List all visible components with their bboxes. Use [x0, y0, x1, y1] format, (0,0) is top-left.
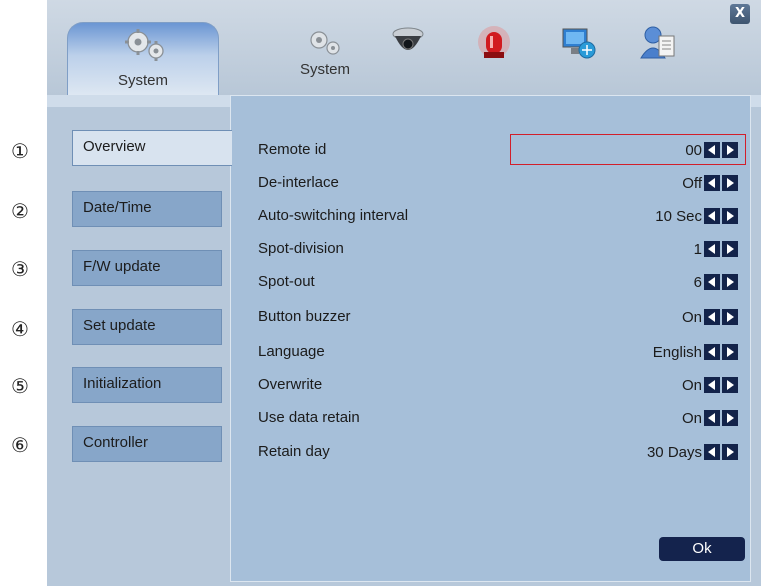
setting-control: 00 [685, 140, 738, 160]
setting-control: On [682, 408, 738, 428]
increase-arrow-icon[interactable] [722, 309, 738, 325]
increase-arrow-icon[interactable] [722, 444, 738, 460]
annotation-6: ⑥ [11, 433, 29, 457]
sidebar-item-date-time[interactable]: Date/Time [72, 191, 222, 227]
setting-label: Remote id [258, 141, 327, 158]
setting-control: On [682, 375, 738, 395]
sidebar-item-controller[interactable]: Controller [72, 426, 222, 462]
setting-value: 10 Sec [655, 207, 702, 225]
sidebar-item-fw-update[interactable]: F/W update [72, 250, 222, 286]
setting-value: 6 [693, 273, 702, 291]
setting-value: Off [682, 174, 702, 192]
alarm-siren-icon[interactable] [475, 24, 513, 62]
increase-arrow-icon[interactable] [722, 208, 738, 224]
settings-panel: Remote id 00 De-interlace Off Auto-switc… [230, 95, 751, 582]
setting-label: Use data retain [258, 409, 360, 426]
sidebar-item-initialization[interactable]: Initialization [72, 367, 222, 403]
setting-label: Auto-switching interval [258, 207, 409, 224]
increase-arrow-icon[interactable] [722, 142, 738, 158]
setting-label: Button buzzer [258, 308, 351, 325]
setting-label: Retain day [258, 443, 330, 460]
decrease-arrow-icon[interactable] [704, 274, 720, 290]
setting-control: 1 [694, 239, 738, 259]
setting-control: 30 Days [647, 442, 738, 462]
sidebar-item-set-update[interactable]: Set update [72, 309, 222, 345]
tab-system-secondary-label: System [299, 61, 350, 78]
setting-control: 10 Sec [655, 206, 738, 226]
setting-label: De-interlace [258, 174, 339, 191]
decrease-arrow-icon[interactable] [704, 142, 720, 158]
increase-arrow-icon[interactable] [722, 377, 738, 393]
annotation-4: ④ [11, 317, 29, 341]
setting-control: Off [682, 173, 738, 193]
setting-label: Spot-out [258, 273, 315, 290]
setting-value: On [681, 409, 702, 427]
ok-button[interactable]: Ok [659, 537, 745, 561]
decrease-arrow-icon[interactable] [704, 309, 720, 325]
setting-label: Spot-division [258, 240, 344, 257]
decrease-arrow-icon[interactable] [704, 208, 720, 224]
increase-arrow-icon[interactable] [722, 410, 738, 426]
sidebar-item-overview[interactable]: Overview [72, 130, 232, 166]
setting-value: On [681, 308, 702, 326]
increase-arrow-icon[interactable] [722, 274, 738, 290]
decrease-arrow-icon[interactable] [704, 344, 720, 360]
annotation-5: ⑤ [11, 374, 29, 398]
gears-icon [125, 29, 164, 61]
tab-system-active[interactable]: System [67, 22, 219, 95]
decrease-arrow-icon[interactable] [704, 410, 720, 426]
increase-arrow-icon[interactable] [722, 344, 738, 360]
setting-control: 6 [694, 272, 738, 292]
tab-system-label: System [117, 72, 168, 89]
decrease-arrow-icon[interactable] [704, 444, 720, 460]
setting-label: Overwrite [258, 376, 323, 393]
dome-camera-icon[interactable] [389, 24, 427, 62]
top-menu-bar: System System X [47, 0, 761, 95]
setting-control: English [653, 342, 738, 362]
increase-arrow-icon[interactable] [722, 241, 738, 257]
setting-value: 1 [693, 240, 702, 258]
network-monitor-icon[interactable] [559, 24, 597, 62]
dvr-settings-window: System System X Overview Date/Time F/W u… [47, 0, 761, 586]
decrease-arrow-icon[interactable] [704, 241, 720, 257]
setting-value: On [681, 376, 702, 394]
setting-value: 30 Days [646, 443, 702, 461]
setting-control: On [682, 307, 738, 327]
decrease-arrow-icon[interactable] [704, 175, 720, 191]
decrease-arrow-icon[interactable] [704, 377, 720, 393]
annotation-3: ③ [11, 257, 29, 281]
close-button[interactable]: X [730, 4, 750, 24]
gears-icon [310, 31, 340, 55]
user-icon[interactable] [639, 24, 677, 62]
annotation-2: ② [11, 199, 29, 223]
increase-arrow-icon[interactable] [722, 175, 738, 191]
setting-value: 00 [685, 141, 702, 159]
annotation-1: ① [11, 139, 29, 163]
setting-label: Language [258, 343, 325, 360]
setting-value: English [652, 343, 702, 361]
